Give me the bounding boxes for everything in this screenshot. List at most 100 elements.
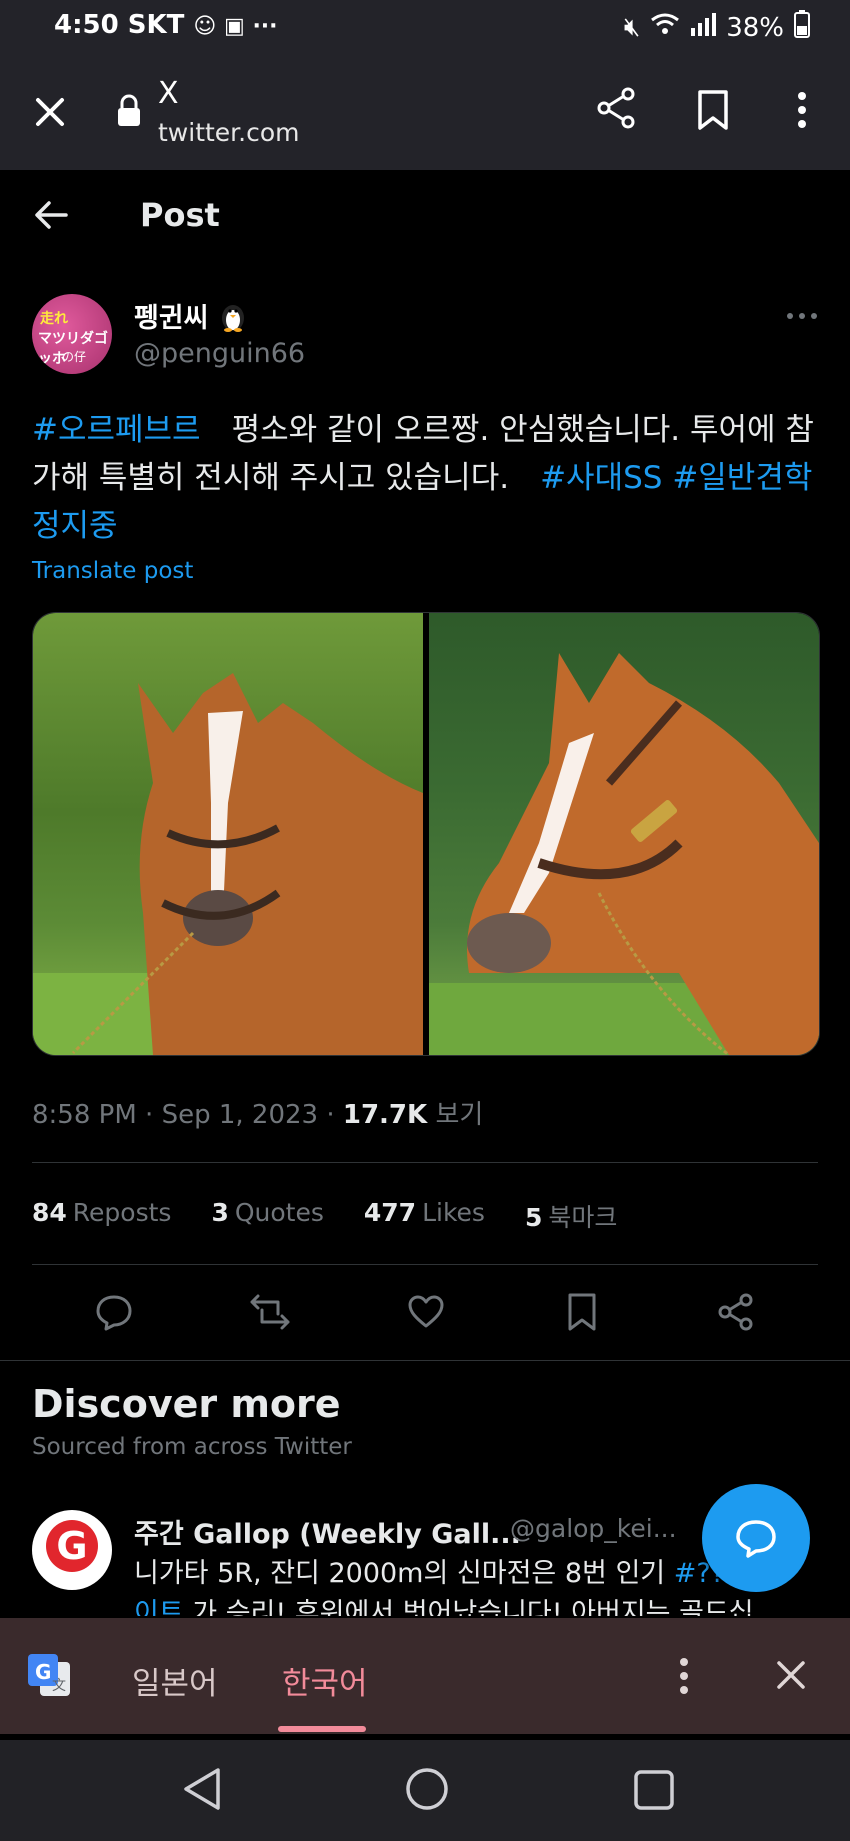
target-language-tab[interactable]: 한국어 [282, 1658, 368, 1703]
close-icon [777, 1661, 805, 1689]
compose-message-button[interactable] [702, 1484, 810, 1592]
reposts-stat[interactable]: 84 Reposts [32, 1198, 171, 1234]
quotes-label: Quotes [234, 1198, 324, 1227]
system-nav-bar [0, 1740, 850, 1841]
post-text-segment: 가 승리! 후위에서 벗어났습니다! 아버지는 골드십, [183, 1598, 763, 1616]
post-meta: 8:58 PM · Sep 1, 2023 · 17.7K 보기 [32, 1100, 484, 1130]
translate-menu-button[interactable] [678, 1656, 690, 1700]
browser-toolbar: X twitter.com [0, 56, 850, 170]
hashtag-link[interactable]: #사대SS [540, 460, 662, 496]
bookmark-button[interactable] [552, 1282, 612, 1342]
bookmark-icon [568, 1293, 596, 1331]
post-date[interactable]: Sep 1, 2023 [162, 1100, 319, 1130]
chat-bubble-icon [736, 1520, 776, 1558]
bookmark-page-button[interactable] [696, 90, 730, 134]
likes-count: 477 [363, 1198, 417, 1227]
author-handle[interactable]: @galop_kei... [510, 1514, 677, 1543]
page-title[interactable]: X [158, 76, 179, 111]
browser-menu-button[interactable] [796, 90, 808, 134]
close-tab-button[interactable] [30, 92, 70, 136]
hashtag-link[interactable]: #오르페브르 [32, 412, 201, 448]
display-name[interactable]: 펭귄씨 [134, 303, 209, 334]
avatar[interactable]: 走れ マツリダゴッホ の仔 [32, 294, 112, 374]
circle-home-icon [406, 1768, 448, 1810]
triangle-back-icon [184, 1768, 220, 1810]
hashtag-link[interactable]: 이트 [134, 1598, 184, 1616]
reply-button[interactable] [84, 1282, 144, 1342]
bookmarks-label: 북마크 [548, 1203, 618, 1232]
bookmarks-stat[interactable]: 5 북마크 [525, 1198, 617, 1234]
share-button[interactable] [594, 86, 638, 134]
back-button[interactable] [34, 200, 68, 234]
likes-label: Likes [422, 1198, 485, 1227]
quotes-stat[interactable]: 3 Quotes [211, 1198, 323, 1234]
gallop-logo-icon: G [46, 1520, 98, 1572]
views-count: 17.7K [342, 1100, 428, 1130]
reposts-label: Reposts [72, 1198, 172, 1227]
penguin-emoji-icon [218, 300, 248, 339]
post-text-segment: 니가타 5R, 잔디 2000m의 신마전은 8번 인기 [134, 1558, 674, 1589]
repost-button[interactable] [240, 1282, 300, 1342]
post-text-segment [662, 460, 672, 496]
status-right: 🔇︎ 38% [624, 10, 810, 45]
url-text[interactable]: twitter.com [158, 118, 300, 147]
reply-icon [96, 1295, 132, 1331]
share-post-button[interactable] [706, 1282, 766, 1342]
divider [0, 1360, 850, 1361]
share-icon [718, 1293, 753, 1331]
like-icon [408, 1295, 444, 1328]
status-bar: 4:50 SKT ☺ ▣ ··· 🔇︎ 38% [0, 0, 850, 56]
status-time: 4:50 SKT ☺ ▣ ··· [54, 10, 278, 40]
nav-recents-button[interactable] [632, 1768, 676, 1816]
translate-post-link[interactable]: Translate post [32, 558, 193, 584]
post-stats: 84 Reposts 3 Quotes 477 Likes 5 북마크 [32, 1198, 617, 1234]
post-media-grid [32, 612, 820, 1056]
horse-photo-left[interactable] [33, 613, 423, 1055]
clock: 4:50 [54, 10, 119, 40]
author-name[interactable]: 주간 Gallop (Weekly Gall... [134, 1512, 521, 1551]
post-actions [0, 1282, 850, 1344]
nav-home-button[interactable] [404, 1766, 450, 1816]
battery-percent: 38% [726, 12, 784, 43]
avatar-text: の仔 [62, 350, 87, 364]
translate-close-button[interactable] [774, 1658, 808, 1696]
source-language-tab[interactable]: 일본어 [132, 1658, 218, 1703]
like-button[interactable] [396, 1282, 456, 1342]
close-icon [36, 98, 64, 126]
share-icon [597, 87, 635, 129]
svg-text:G: G [35, 1660, 51, 1684]
lock-icon[interactable] [116, 94, 142, 132]
author-name[interactable]: 펭귄씨 [134, 296, 248, 339]
notification-icon: ☺ ▣ ··· [193, 14, 278, 39]
post-text: #오르페브르 평소와 같이 오르짱. 안심했습니다. 투어에 참가해 특별히 전… [32, 406, 818, 550]
views-label: 보기 [435, 1100, 484, 1130]
page-heading: Post [140, 196, 220, 234]
translate-bar: G文 일본어 한국어 [0, 1618, 850, 1734]
quotes-count: 3 [211, 1198, 229, 1227]
author-handle[interactable]: @penguin66 [134, 338, 305, 369]
wifi-icon [650, 12, 680, 43]
post-header: Post [0, 170, 850, 266]
square-recents-icon [634, 1770, 674, 1810]
bookmarks-count: 5 [524, 1203, 543, 1232]
discover-subtitle: Sourced from across Twitter [32, 1434, 352, 1460]
reposts-count: 84 [32, 1198, 67, 1227]
post-time[interactable]: 8:58 PM [32, 1100, 137, 1130]
avatar[interactable]: G [32, 1510, 112, 1590]
google-translate-icon[interactable]: G文 [26, 1652, 72, 1702]
divider [32, 1264, 818, 1265]
battery-icon [794, 10, 810, 45]
back-arrow-icon [35, 201, 68, 229]
bookmark-icon [698, 90, 728, 130]
more-horiz-icon [787, 313, 817, 319]
more-vert-icon [798, 92, 806, 128]
nav-back-button[interactable] [180, 1766, 224, 1816]
repost-icon [250, 1294, 290, 1330]
carrier: SKT [127, 10, 185, 40]
signal-icon [690, 12, 717, 43]
likes-stat[interactable]: 477 Likes [364, 1198, 485, 1234]
horse-photo-right[interactable] [429, 613, 819, 1055]
post-more-button[interactable] [786, 294, 818, 329]
mute-icon: 🔇︎ [623, 12, 641, 42]
avatar-text: 走れ [40, 311, 68, 327]
